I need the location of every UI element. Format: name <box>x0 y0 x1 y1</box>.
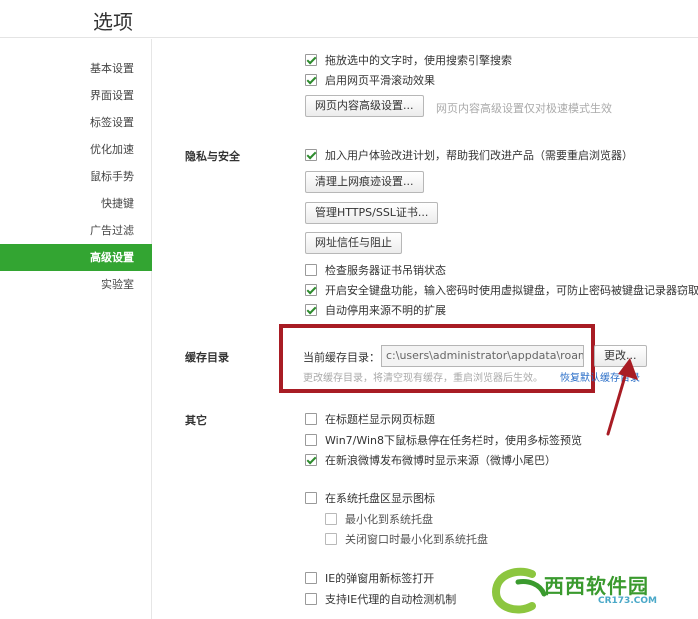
ie-popup-checkbox[interactable] <box>305 572 317 584</box>
smooth-scroll-checkbox[interactable] <box>305 74 317 86</box>
ie-proxy-label: 支持IE代理的自动检测机制 <box>325 593 457 606</box>
win7-preview-option[interactable]: Win7/Win8下鼠标悬停在任务栏时，使用多标签预览 <box>305 431 582 449</box>
ux-plan-label: 加入用户体验改进计划，帮助我们改进产品（需要重启浏览器） <box>325 149 633 162</box>
watermark-text: 西西软件园 <box>544 574 649 598</box>
sidebar-item-tabs[interactable]: 标签设置 <box>0 109 152 136</box>
auto-disable-ext-label: 自动停用来源不明的扩展 <box>325 304 446 317</box>
watermark-logo: 西西软件园 CR173.COM <box>488 566 698 616</box>
url-trust-block-button[interactable]: 网址信任与阻止 <box>305 232 402 254</box>
annotation-arrow-icon <box>606 358 638 436</box>
secure-keyboard-option[interactable]: 开启安全键盘功能，输入密码时使用虚拟键盘，可防止密码被键盘记录器窃取 <box>305 281 698 299</box>
cert-revoke-label: 检查服务器证书吊销状态 <box>325 264 446 277</box>
content-advanced-hint: 网页内容高级设置仅对极速模式生效 <box>436 102 612 115</box>
secure-keyboard-label: 开启安全键盘功能，输入密码时使用虚拟键盘，可防止密码被键盘记录器窃取 <box>325 284 698 297</box>
title-bar-label: 在标题栏显示网页标题 <box>325 413 435 426</box>
ux-plan-checkbox[interactable] <box>305 149 317 161</box>
privacy-section-label: 隐私与安全 <box>185 150 240 163</box>
weibo-source-label: 在新浪微博发布微博时显示来源（微博小尾巴） <box>325 454 556 467</box>
cert-revoke-checkbox[interactable] <box>305 264 317 276</box>
ie-proxy-checkbox[interactable] <box>305 593 317 605</box>
other-section-label: 其它 <box>185 414 207 427</box>
drag-search-option[interactable]: 拖放选中的文字时，使用搜索引擎搜索 <box>305 51 512 69</box>
auto-disable-ext-option[interactable]: 自动停用来源不明的扩展 <box>305 301 446 319</box>
close-tray-checkbox[interactable] <box>325 533 337 545</box>
sidebar-item-interface[interactable]: 界面设置 <box>0 82 152 109</box>
tray-icon-label: 在系统托盘区显示图标 <box>325 492 435 505</box>
cert-revoke-option[interactable]: 检查服务器证书吊销状态 <box>305 261 446 279</box>
close-tray-option[interactable]: 关闭窗口时最小化到系统托盘 <box>325 530 488 548</box>
sidebar-item-mouse-gestures[interactable]: 鼠标手势 <box>0 163 152 190</box>
ie-proxy-option[interactable]: 支持IE代理的自动检测机制 <box>305 590 456 608</box>
cache-current-label: 当前缓存目录： <box>303 351 380 364</box>
watermark-subtext: CR173.COM <box>598 596 657 606</box>
minimize-tray-option[interactable]: 最小化到系统托盘 <box>325 510 433 528</box>
cache-path-field[interactable]: c:\users\administrator\appdata\roaming\3… <box>381 345 584 367</box>
sidebar-item-advanced[interactable]: 高级设置 <box>0 244 152 271</box>
ie-popup-label: IE的弹窗用新标签打开 <box>325 572 435 585</box>
auto-disable-ext-checkbox[interactable] <box>305 304 317 316</box>
manage-https-cert-button[interactable]: 管理HTTPS/SSL证书... <box>305 202 439 224</box>
drag-search-checkbox[interactable] <box>305 54 317 66</box>
tray-icon-checkbox[interactable] <box>305 492 317 504</box>
smooth-scroll-option[interactable]: 启用网页平滑滚动效果 <box>305 71 435 89</box>
sidebar-item-ad-filter[interactable]: 广告过滤 <box>0 217 152 244</box>
minimize-tray-label: 最小化到系统托盘 <box>345 513 433 526</box>
drag-search-label: 拖放选中的文字时，使用搜索引擎搜索 <box>325 54 512 67</box>
title-bar: 选项 <box>0 0 698 38</box>
minimize-tray-checkbox[interactable] <box>325 513 337 525</box>
sidebar-item-basic[interactable]: 基本设置 <box>0 55 152 82</box>
title-bar-option[interactable]: 在标题栏显示网页标题 <box>305 410 435 428</box>
tray-icon-option[interactable]: 在系统托盘区显示图标 <box>305 489 435 507</box>
sidebar: 基本设置 界面设置 标签设置 优化加速 鼠标手势 快捷键 广告过滤 高级设置 实… <box>0 39 152 619</box>
ux-plan-option[interactable]: 加入用户体验改进计划，帮助我们改进产品（需要重启浏览器） <box>305 146 633 164</box>
clear-traces-button[interactable]: 清理上网痕迹设置... <box>305 171 424 193</box>
win7-preview-label: Win7/Win8下鼠标悬停在任务栏时，使用多标签预览 <box>325 434 583 447</box>
sidebar-item-shortcuts[interactable]: 快捷键 <box>0 190 152 217</box>
smooth-scroll-label: 启用网页平滑滚动效果 <box>325 74 435 87</box>
content-advanced-button[interactable]: 网页内容高级设置... <box>305 95 424 117</box>
weibo-source-checkbox[interactable] <box>305 454 317 466</box>
cache-note: 更改缓存目录，将清空现有缓存，重启浏览器后生效。 <box>303 373 543 384</box>
ie-popup-option[interactable]: IE的弹窗用新标签打开 <box>305 569 434 587</box>
cache-section-label: 缓存目录 <box>185 351 229 364</box>
weibo-source-option[interactable]: 在新浪微博发布微博时显示来源（微博小尾巴） <box>305 451 556 469</box>
win7-preview-checkbox[interactable] <box>305 434 317 446</box>
close-tray-label: 关闭窗口时最小化到系统托盘 <box>345 533 488 546</box>
sidebar-item-optimize[interactable]: 优化加速 <box>0 136 152 163</box>
sidebar-item-lab[interactable]: 实验室 <box>0 271 152 298</box>
page-title: 选项 <box>93 10 133 34</box>
secure-keyboard-checkbox[interactable] <box>305 284 317 296</box>
title-bar-checkbox[interactable] <box>305 413 317 425</box>
